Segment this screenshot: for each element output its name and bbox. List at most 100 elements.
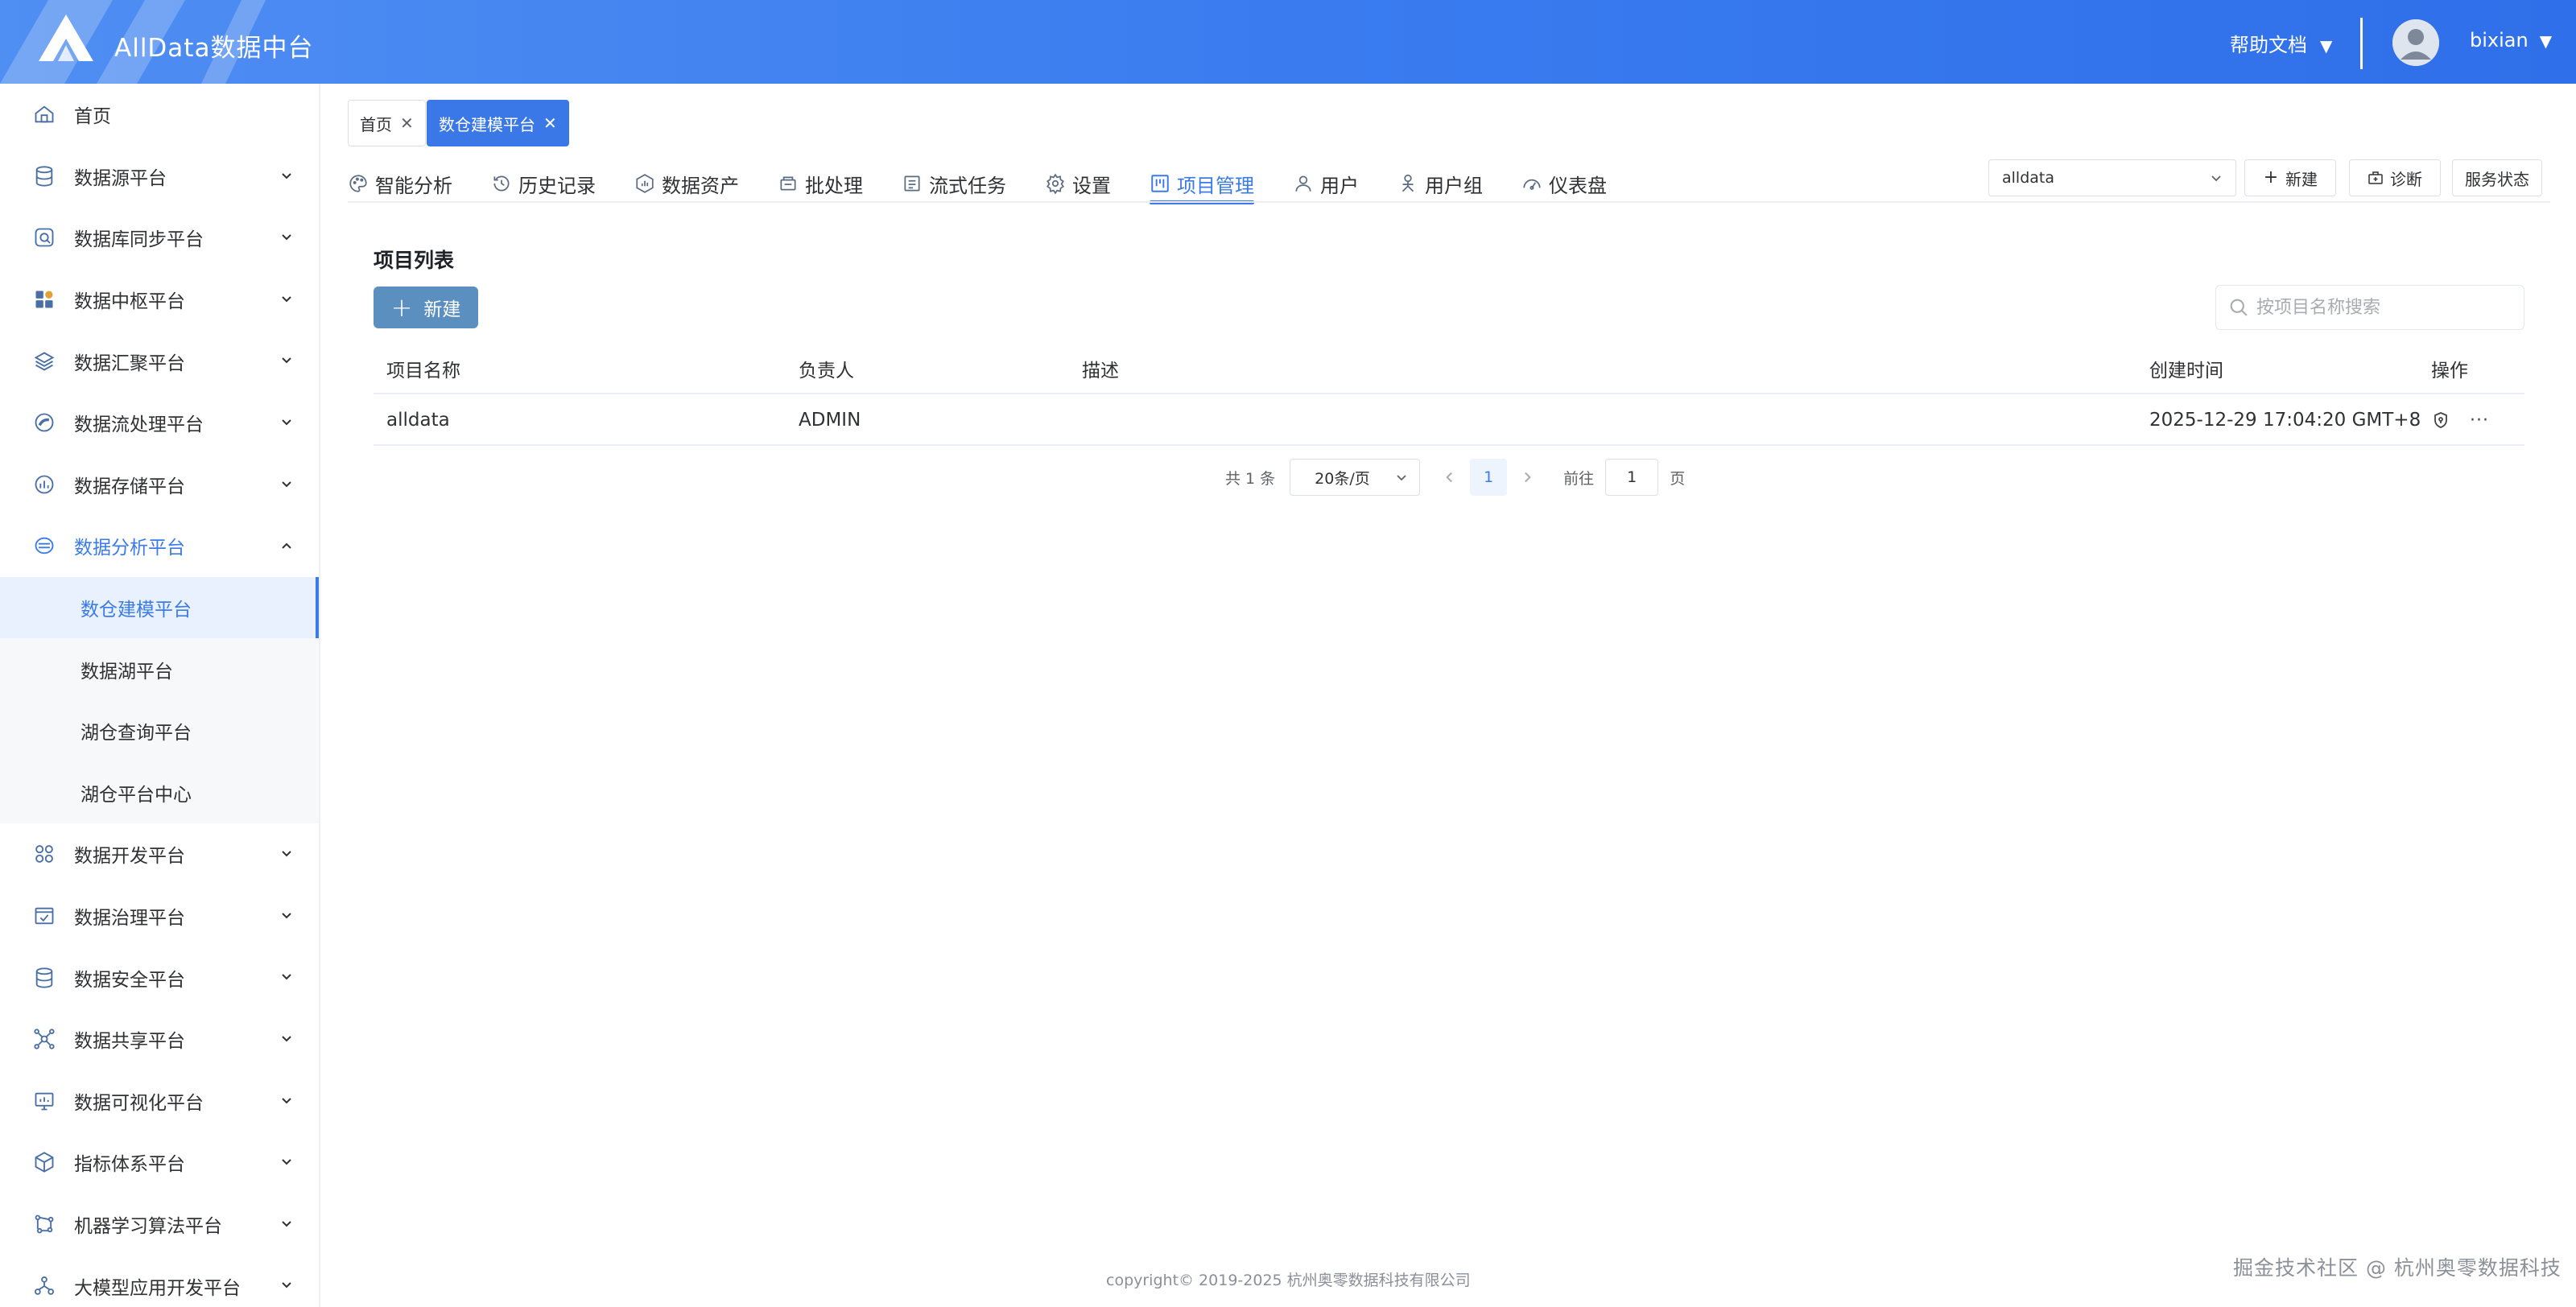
sidebar-item-llm-apps[interactable]: 大模型应用开发平台 <box>0 1255 319 1307</box>
column-header: 创建时间 <box>2149 361 2223 381</box>
stream-task-icon <box>904 175 920 192</box>
help-docs-label: 帮助文档 <box>2230 34 2307 56</box>
sidebar-item-visualization[interactable]: 数据可视化平台 <box>0 1070 319 1132</box>
sidebar-item-storage[interactable]: 数据存储平台 <box>0 454 319 516</box>
project-select[interactable]: alldata <box>1988 159 2236 196</box>
column-header: 负责人 <box>799 361 854 381</box>
analysis-icon <box>32 534 56 558</box>
tag-label: 数仓建模平台 <box>439 114 535 134</box>
chevron-down-icon <box>2211 175 2221 182</box>
alldata-logo-icon[interactable] <box>37 13 95 64</box>
page-number-current[interactable]: 1 <box>1470 459 1508 496</box>
chevron-down-icon <box>282 851 291 857</box>
column-header: 描述 <box>1082 361 1119 381</box>
sidebar-subitem-data-lake[interactable]: 数据湖平台 <box>0 638 319 700</box>
avatar-user-icon <box>2392 19 2439 66</box>
tab-stream-tasks[interactable]: 流式任务 <box>902 166 1006 201</box>
project-name-cell[interactable]: alldata <box>386 394 450 446</box>
tab-smart-analysis[interactable]: 智能分析 <box>348 166 452 201</box>
search-input[interactable] <box>2256 297 2514 318</box>
close-icon[interactable]: ✕ <box>400 113 414 133</box>
sidebar-item-analysis[interactable]: 数据分析平台 <box>0 515 319 577</box>
new-project-toolbar-button[interactable]: + 新建 <box>2244 159 2336 196</box>
username-label: bixian <box>2470 29 2529 52</box>
top-header: AllData数据中台 帮助文档 ▼ bixian ▼ <box>0 0 2576 84</box>
kanban-icon <box>1151 175 1169 192</box>
share-icon <box>32 1027 56 1051</box>
chevron-left-icon[interactable] <box>1441 468 1459 486</box>
tab-label: 流式任务 <box>929 174 1006 197</box>
created-time-cell: 2025-12-29 17:04:20 GMT+8 <box>2149 410 2421 431</box>
chevron-right-icon[interactable] <box>1518 468 1536 486</box>
sidebar-item-label: 数据治理平台 <box>74 908 185 930</box>
tag-home[interactable]: 首页 ✕ <box>348 100 426 146</box>
layers-icon <box>32 349 56 373</box>
sidebar-item-label: 机器学习算法平台 <box>74 1215 222 1237</box>
table-row[interactable]: alldata ADMIN 2025-12-29 17:04:20 GMT+8 … <box>374 394 2524 446</box>
sidebar-item-security[interactable]: 数据安全平台 <box>0 946 319 1008</box>
page-size-select[interactable]: 20条/页 <box>1290 459 1421 496</box>
tag-dw-modeling[interactable]: 数仓建模平台 ✕ <box>427 100 569 146</box>
more-icon[interactable]: ··· <box>2470 410 2489 431</box>
operations-cell: ··· <box>2431 394 2489 446</box>
chevron-down-icon <box>282 419 291 426</box>
tab-batch[interactable]: 批处理 <box>778 166 863 201</box>
sidebar-item-sharing[interactable]: 数据共享平台 <box>0 1008 319 1070</box>
sidebar-subitem-dw-modeling[interactable]: 数仓建模平台 <box>0 576 319 639</box>
shield-icon[interactable] <box>2431 410 2450 430</box>
user-group-icon <box>1402 174 1414 192</box>
chevron-down-icon <box>282 357 291 364</box>
sidebar-item-label: 指标体系平台 <box>74 1154 185 1176</box>
tab-label: 用户组 <box>1425 174 1483 197</box>
tab-users[interactable]: 用户 <box>1293 166 1359 201</box>
help-docs-menu[interactable]: 帮助文档 ▼ <box>2230 29 2332 57</box>
avatar[interactable] <box>2392 19 2439 66</box>
new-project-button[interactable]: + 新建 <box>374 287 478 328</box>
sidebar-item-label: 数据共享平台 <box>74 1031 185 1053</box>
goto-page-input[interactable]: 1 <box>1605 459 1659 496</box>
sidebar-subitem-lakehouse-center[interactable]: 湖仓平台中心 <box>0 762 319 824</box>
caret-down-icon: ▼ <box>2320 36 2333 56</box>
security-icon <box>32 966 56 990</box>
sidebar-item-governance[interactable]: 数据治理平台 <box>0 885 319 947</box>
tab-dashboard[interactable]: 仪表盘 <box>1521 166 1607 201</box>
sidebar-item-metrics[interactable]: 指标体系平台 <box>0 1132 319 1194</box>
sidebar-item-home[interactable]: 首页 <box>0 84 319 146</box>
chevron-down-icon <box>282 296 291 303</box>
plus-icon: + <box>2263 167 2279 188</box>
sidebar-item-stream-processing[interactable]: 数据流处理平台 <box>0 392 319 454</box>
diagnose-button[interactable]: 诊断 <box>2349 159 2441 196</box>
chevron-down-icon <box>282 172 291 179</box>
tab-user-groups[interactable]: 用户组 <box>1397 166 1483 201</box>
dashboard-icon <box>1523 179 1541 190</box>
service-status-button[interactable]: 服务状态 <box>2452 159 2542 196</box>
sidebar-item-machine-learning[interactable]: 机器学习算法平台 <box>0 1194 319 1255</box>
nav-divider <box>348 201 2550 203</box>
project-search[interactable] <box>2215 285 2524 330</box>
sidebar-item-development[interactable]: 数据开发平台 <box>0 823 319 885</box>
tab-data-assets[interactable]: 数据资产 <box>634 166 739 201</box>
sidebar-item-label: 数据分析平台 <box>74 538 185 559</box>
sidebar-item-data-hub[interactable]: 数据中枢平台 <box>0 269 319 331</box>
new-project-label: 新建 <box>423 299 461 320</box>
sidebar-subitem-lakehouse-query[interactable]: 湖仓查询平台 <box>0 700 319 762</box>
project-select-value: alldata <box>2002 169 2054 187</box>
chevron-down-icon <box>282 480 291 487</box>
sidebar-item-db-sync[interactable]: 数据库同步平台 <box>0 207 319 269</box>
owner-cell: ADMIN <box>799 410 861 431</box>
sidebar-item-datasource[interactable]: 数据源平台 <box>0 146 319 208</box>
goto-label: 前往 <box>1563 469 1595 488</box>
page-suffix: 页 <box>1670 469 1686 488</box>
pagination: 共 1 条 20条/页 1 前往 1 页 <box>1225 459 1685 496</box>
user-menu[interactable]: bixian ▼ <box>2470 29 2552 52</box>
caret-down-icon: ▼ <box>2539 31 2553 51</box>
close-icon[interactable]: ✕ <box>543 113 557 133</box>
tab-history[interactable]: 历史记录 <box>491 166 596 201</box>
app-title[interactable]: AllData数据中台 <box>114 27 313 64</box>
stream-icon <box>32 410 56 435</box>
cube-icon <box>32 1150 56 1174</box>
tab-project-management[interactable]: 项目管理 <box>1150 166 1254 204</box>
watermark: 掘金技术社区 @ 杭州奥零数据科技 <box>2233 1256 2562 1280</box>
tab-settings[interactable]: 设置 <box>1045 166 1111 201</box>
sidebar-item-aggregation[interactable]: 数据汇聚平台 <box>0 330 319 392</box>
